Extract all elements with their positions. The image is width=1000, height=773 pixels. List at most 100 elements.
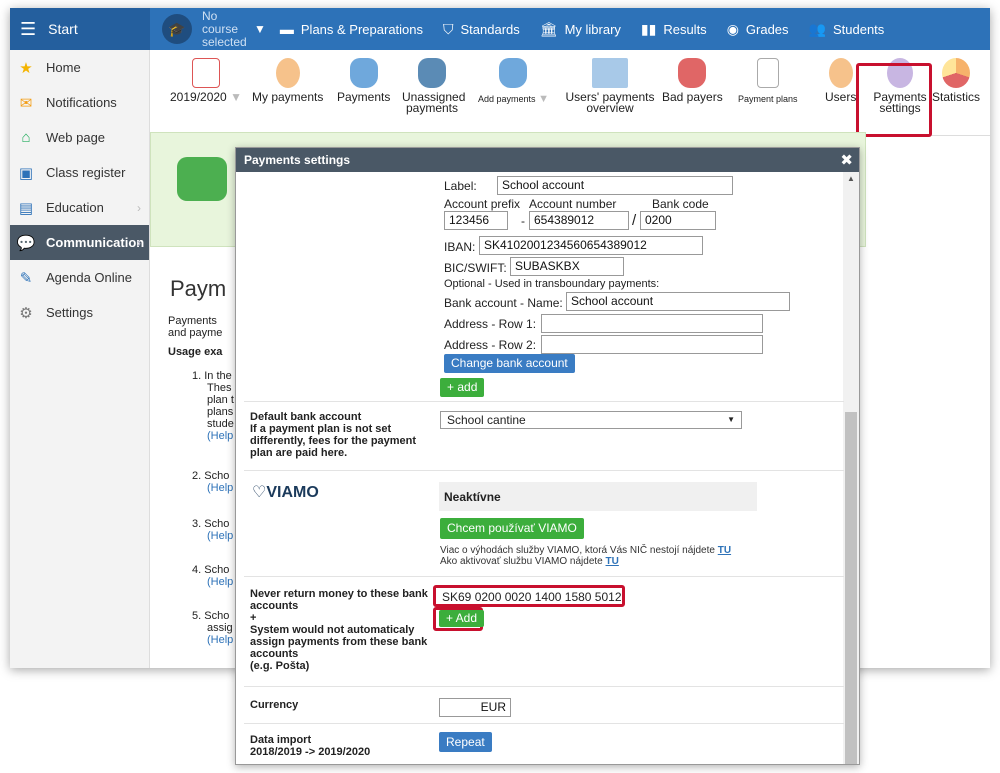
default-bank-select[interactable]: School cantine ▼ (440, 411, 742, 429)
chevron-right-icon: › (137, 235, 141, 250)
tool-add-payments[interactable]: Add payments ▼ (478, 58, 549, 105)
library-icon: 🏛 (539, 20, 558, 37)
viamo-activate-button[interactable]: Chcem používať VIAMO (440, 518, 584, 539)
sidebar-item-label: Home (46, 60, 81, 75)
viamo-tu-link[interactable]: TU (718, 545, 731, 556)
sidebar-item-notifications[interactable]: ✉ Notifications (10, 85, 149, 120)
bank-code-input[interactable]: 0200 (640, 211, 716, 230)
nav-results[interactable]: ▮▮ Results (641, 21, 707, 38)
money-bag-alert-icon (678, 58, 707, 88)
list-text: In the (204, 370, 232, 382)
start-label: Start (48, 21, 78, 37)
add-bank-account-button[interactable]: + add (440, 378, 485, 397)
currency-input[interactable]: EUR (439, 698, 511, 717)
change-bank-account-button[interactable]: Change bank account (444, 354, 575, 373)
bic-input[interactable]: SUBASKBX (510, 257, 624, 276)
address2-input[interactable] (541, 335, 763, 354)
usage-heading: Usage exa (168, 346, 223, 358)
nav-grades[interactable]: ◉ Grades (727, 21, 789, 38)
data-import-title: Data import (250, 734, 312, 746)
list-text: assig (207, 622, 233, 634)
scroll-up-icon[interactable]: ▲ (847, 174, 855, 183)
repeat-import-button[interactable]: Repeat (439, 732, 492, 752)
person-icon (275, 58, 300, 88)
nav-label: Students (832, 21, 885, 37)
label-input[interactable]: School account (497, 176, 733, 195)
user-icon (828, 58, 853, 88)
tool-my-payments[interactable]: My payments (252, 58, 323, 103)
video-camera-icon (177, 157, 227, 201)
help-link[interactable]: (Help (192, 634, 233, 646)
help-link[interactable]: (Help (192, 430, 234, 442)
sidebar-item-label: Notifications (46, 95, 117, 110)
sidebar-item-webpage[interactable]: ⌂ Web page (10, 120, 149, 155)
tool-label: Users' payments overview (565, 90, 655, 115)
money-bag-question-icon (418, 58, 446, 88)
graduation-cap-icon: 🎓 (162, 14, 192, 44)
scrollbar-thumb[interactable] (845, 412, 857, 764)
help-link[interactable]: (Help (192, 530, 233, 542)
modal-scrollbar[interactable]: ▲ (843, 172, 859, 764)
address2-label: Address - Row 2: (444, 338, 537, 352)
sidebar-item-settings[interactable]: ⚙ Settings (10, 295, 149, 330)
nav-label: My library (564, 21, 621, 37)
close-icon[interactable]: ✖ (840, 151, 853, 169)
sidebar-item-communication[interactable]: 💬 Communication › (10, 225, 149, 260)
list-num: 2. (192, 470, 202, 482)
start-button[interactable]: ☰ Start (10, 8, 150, 50)
nav-plans[interactable]: ▬ Plans & Preparations (280, 21, 423, 37)
sidebar-item-label: Web page (46, 130, 106, 145)
settings-highlight (856, 63, 932, 137)
currency-label: Currency (250, 699, 299, 711)
chevron-down-icon: ▼ (230, 90, 242, 104)
tool-statistics[interactable]: Statistics (932, 58, 980, 103)
tool-label: Unassigned payments (402, 90, 466, 115)
never-return-example: (e.g. Pošta) (250, 660, 310, 672)
tool-label: Payment plans (738, 94, 798, 104)
nav-standards[interactable]: ⛉ Standards (443, 21, 520, 38)
bank-code-label: Bank code (652, 197, 709, 211)
iban-input[interactable]: SK4102001234560654389012 (479, 236, 703, 255)
sidebar-item-home[interactable]: ★ Home (10, 50, 149, 85)
nav-students[interactable]: 👥 Students (809, 21, 885, 38)
list-text: Thes (207, 382, 232, 394)
tool-users-payments-overview[interactable]: Users' payments overview (560, 58, 660, 114)
account-prefix-input[interactable]: 123456 (444, 211, 508, 230)
help-link[interactable]: (Help (192, 482, 233, 494)
sidebar-item-class-register[interactable]: ▣ Class register (10, 155, 149, 190)
never-return-desc: System would not automaticaly assign pay… (250, 624, 428, 660)
tool-label: Add payments (478, 94, 536, 104)
tool-unassigned-payments[interactable]: Unassigned payments (402, 58, 466, 115)
tool-payment-plans[interactable]: Payment plans (738, 58, 798, 105)
account-number-input[interactable]: 654389012 (529, 211, 629, 230)
sidebar-item-agenda[interactable]: ✎ Agenda Online (10, 260, 149, 295)
viamo-note-1: Viac o výhodách služby VIAMO, ktorá Vás … (440, 545, 731, 556)
tool-users[interactable]: Users (825, 58, 856, 103)
year-selector[interactable]: 2019/2020 ▼ (170, 58, 242, 103)
tool-label: Users (825, 90, 857, 104)
list-num: 5. (192, 610, 202, 622)
address1-input[interactable] (541, 314, 763, 333)
help-link[interactable]: (Help (192, 576, 233, 588)
tool-label: Statistics (932, 90, 981, 104)
bank-name-input[interactable]: School account (566, 292, 790, 311)
nav-label: Results (663, 21, 707, 37)
tool-bad-payers[interactable]: Bad payers (662, 58, 723, 103)
payments-settings-modal: Payments settings ✖ ▲ Label: School acco… (235, 147, 860, 765)
top-bar: ☰ Start 🎓 No course selected ▼ ▬ Plans & … (10, 8, 990, 50)
default-bank-label: Default bank account If a payment plan i… (250, 411, 435, 459)
never-return-account: SK69 0200 0020 1400 1580 5012 (442, 590, 622, 604)
bic-label: BIC/SWIFT: (444, 261, 507, 275)
iban-label: IBAN: (444, 240, 476, 254)
course-selector[interactable]: 🎓 No course selected ▼ (162, 9, 266, 49)
nav-library[interactable]: 🏛 My library (540, 21, 621, 38)
tool-payments[interactable]: Payments (337, 58, 390, 103)
chevron-down-icon: ▼ (538, 93, 549, 105)
viamo-note-text: Ako aktivovať službu VIAMO nájdete (440, 556, 603, 567)
account-prefix-label: Account prefix (444, 197, 521, 211)
viamo-tu-link[interactable]: TU (606, 556, 619, 567)
list-text: Scho (204, 564, 230, 576)
list-text: stude (207, 418, 234, 430)
add-never-return-button[interactable]: + Add (439, 610, 485, 627)
sidebar-item-education[interactable]: ▤ Education › (10, 190, 149, 225)
